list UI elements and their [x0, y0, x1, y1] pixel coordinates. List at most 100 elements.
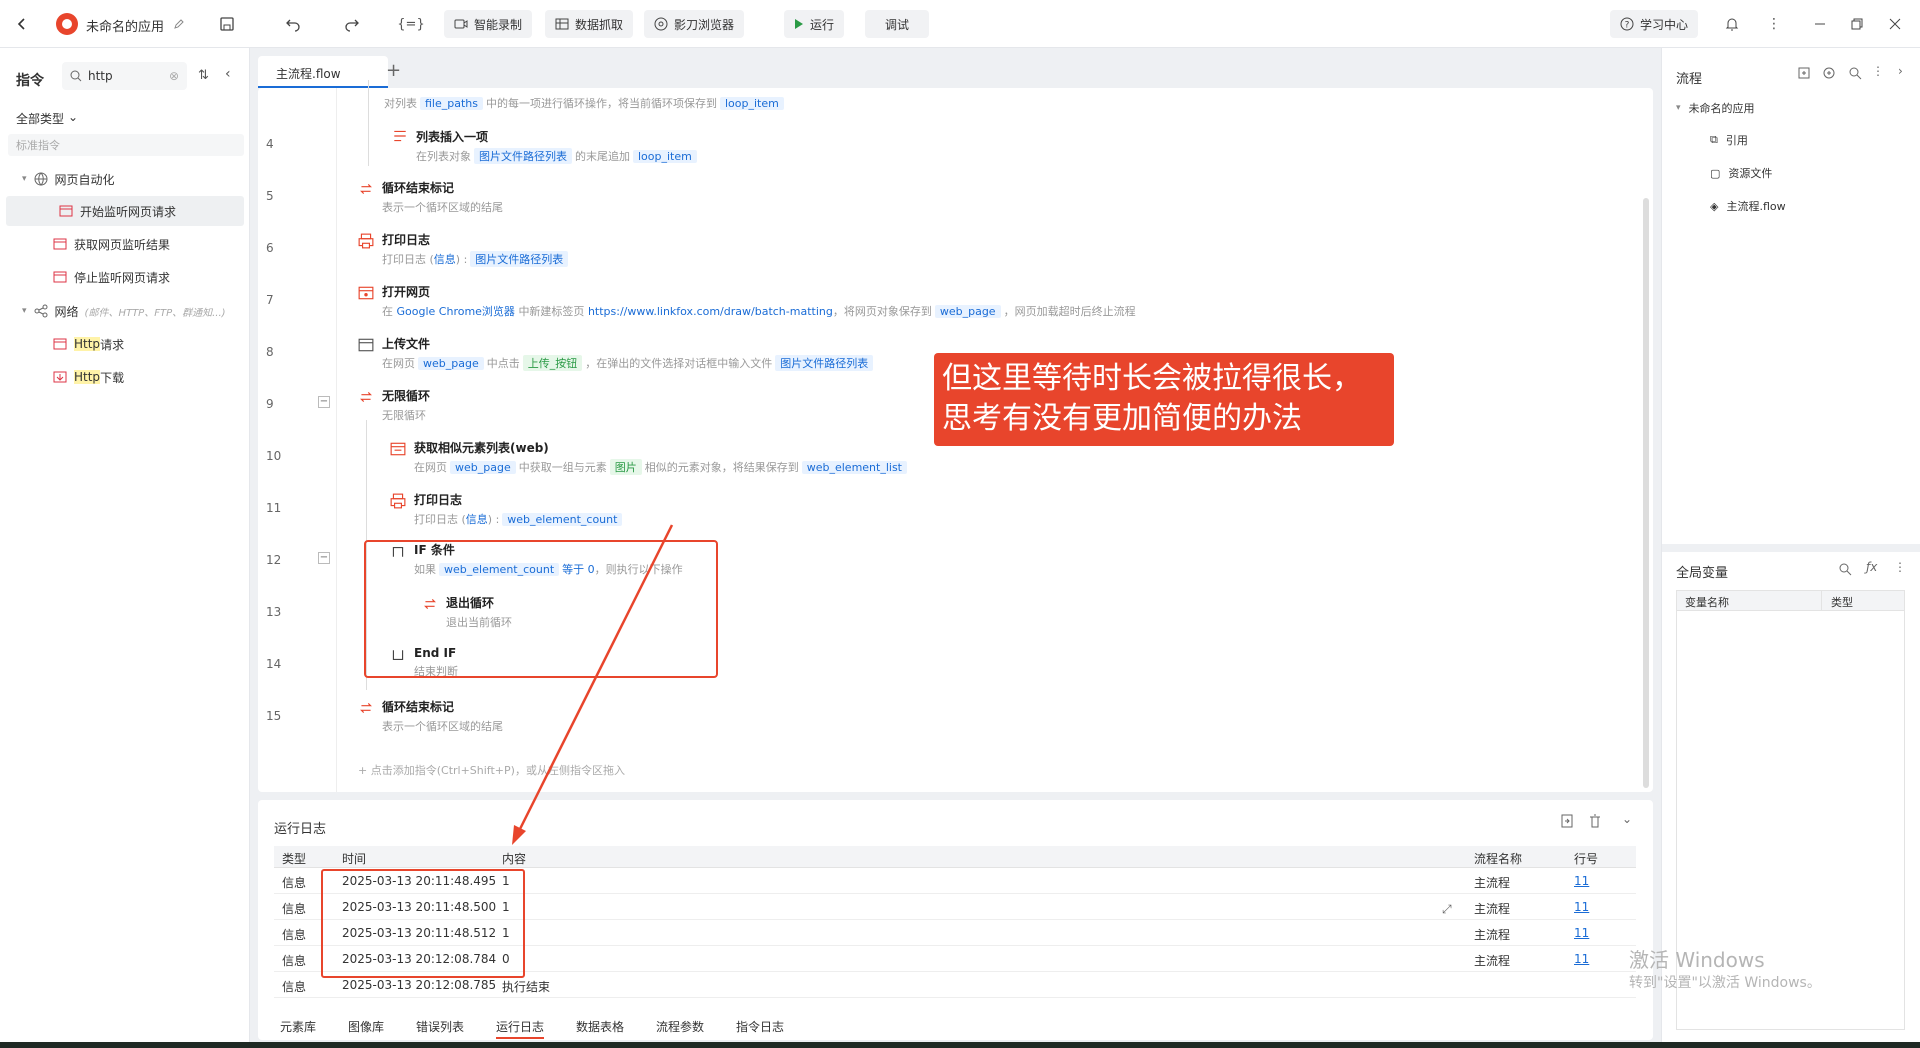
run-button[interactable]: 运行 — [784, 10, 845, 38]
var-tag[interactable]: web_page — [450, 461, 516, 474]
more-icon[interactable]: ⋮ — [1872, 64, 1884, 78]
bottom-tab[interactable]: 图像库 — [348, 1018, 384, 1035]
line-number: 12 — [266, 553, 282, 567]
var-tag[interactable]: loop_item — [720, 97, 784, 110]
tree-item-get-listen-result[interactable]: 获取网页监听结果 — [0, 229, 250, 259]
web-request-icon — [58, 203, 74, 219]
collapse-toggle[interactable]: − — [318, 552, 330, 564]
bottom-tab[interactable]: 流程参数 — [656, 1018, 704, 1035]
tree-group-label: 网页自动化 — [54, 172, 115, 187]
search-icon[interactable] — [1848, 66, 1862, 80]
web-request-icon — [52, 236, 68, 252]
log-cell-line[interactable]: 11 — [1574, 926, 1589, 940]
var-tag[interactable]: 图片文件路径列表 — [470, 251, 569, 267]
log-cell-flow: 主流程 — [1474, 876, 1511, 890]
printer-icon — [390, 493, 406, 509]
flow-tree-root[interactable]: ▾ 未命名的应用 — [1676, 100, 1755, 116]
collapse-log-icon[interactable]: ⌄ — [1622, 812, 1632, 826]
log-cell-line[interactable]: 11 — [1574, 874, 1589, 888]
var-tag[interactable]: file_paths — [420, 97, 483, 110]
flow-tree-item-references[interactable]: ⧉ 引用 — [1710, 132, 1748, 148]
var-tag[interactable]: 图片文件路径列表 — [775, 355, 874, 371]
editor-scrollbar[interactable] — [1643, 198, 1649, 788]
bottom-tab[interactable]: 数据表格 — [576, 1018, 624, 1035]
flow-step-print-log[interactable]: 打印日志 打印日志 (信息) : 图片文件路径列表 — [358, 231, 571, 267]
clear-icon[interactable]: ⊗ — [169, 69, 179, 83]
redo-icon[interactable] — [340, 12, 364, 36]
app-logo — [56, 13, 78, 35]
element-tag[interactable]: 图片 — [609, 459, 642, 475]
bottom-tab[interactable]: 错误列表 — [416, 1018, 464, 1035]
column-header: 流程名称 — [1474, 852, 1523, 866]
browser-window-icon — [358, 286, 374, 300]
var-tag[interactable]: loop_item — [633, 150, 697, 163]
help-center-button[interactable]: ? 学习中心 — [1610, 10, 1699, 38]
line-number: 5 — [266, 189, 274, 203]
add-flow-icon[interactable] — [1797, 66, 1811, 80]
data-capture-button[interactable]: 数据抓取 — [545, 10, 634, 38]
search-icon[interactable] — [1838, 562, 1852, 576]
tree-item-http-request[interactable]: Http 请求 — [0, 329, 250, 359]
instruction-search-input[interactable]: http ⊗ — [62, 62, 187, 90]
browser-button[interactable]: 影刀浏览器 — [644, 10, 745, 38]
more-icon[interactable]: ⋮ — [1894, 560, 1906, 574]
flow-step-infinite-loop[interactable]: 无限循环 无限循环 — [358, 387, 430, 423]
tree-item-start-listen[interactable]: 开始监听网页请求 — [6, 196, 244, 226]
expand-icon[interactable]: ⤢ — [1442, 902, 1452, 917]
flow-step-upload-file[interactable]: 上传文件 在网页 web_page 中点击 上传_按钮 ，在弹出的文件选择对话框中输入文… — [358, 335, 876, 371]
code-braces-icon[interactable]: {=} — [397, 12, 424, 36]
sort-icon[interactable]: ⇅ — [198, 68, 209, 83]
minimize-icon[interactable] — [1808, 12, 1832, 36]
edit-name-icon[interactable] — [167, 12, 191, 36]
add-tab-icon[interactable]: + — [386, 60, 401, 81]
flow-step-loop-end-2[interactable]: 循环结束标记 表示一个循环区域的结尾 — [358, 698, 503, 734]
flow-tree-root-label: 未命名的应用 — [1688, 102, 1755, 115]
undo-icon[interactable] — [281, 12, 305, 36]
restore-icon[interactable] — [1845, 12, 1869, 36]
flow-step-list-insert[interactable]: 列表插入一项 在列表对象 图片文件路径列表 的末尾追加 loop_item — [392, 128, 700, 164]
bottom-tab[interactable]: 运行日志 — [496, 1018, 545, 1039]
tree-group-web-automation[interactable]: ▾ 网页自动化 — [0, 164, 250, 194]
collapse-panel-icon[interactable]: ‹ — [225, 66, 231, 82]
tree-item-http-download[interactable]: Http 下载 — [0, 362, 250, 392]
function-icon[interactable]: ƒx — [1866, 560, 1877, 574]
bell-icon[interactable] — [1720, 12, 1744, 36]
debug-button[interactable]: 调试 — [865, 10, 930, 38]
var-tag[interactable]: web_element_list — [801, 461, 907, 474]
var-tag[interactable]: web_page — [934, 305, 1001, 318]
app-name[interactable]: 未命名的应用 — [86, 16, 164, 35]
export-icon[interactable] — [1560, 814, 1574, 828]
collapse-right-icon[interactable]: › — [1898, 64, 1903, 78]
bottom-tab[interactable]: 元素库 — [280, 1018, 316, 1035]
more-icon[interactable]: ⋮ — [1762, 12, 1786, 36]
var-tag[interactable]: web_element_count — [502, 513, 623, 526]
log-cell-line[interactable]: 11 — [1574, 952, 1589, 966]
save-icon[interactable] — [215, 12, 239, 36]
collapse-toggle[interactable]: − — [318, 396, 330, 408]
trash-icon[interactable] — [1588, 814, 1602, 828]
bottom-tab[interactable]: 指令日志 — [736, 1018, 784, 1035]
standard-instructions-filter[interactable]: 标准指令 — [8, 134, 244, 156]
var-tag[interactable]: 图片文件路径列表 — [474, 148, 572, 164]
log-cell-flow: 主流程 — [1474, 954, 1511, 968]
type-filter-dropdown[interactable]: 全部类型 ⌄ — [16, 110, 78, 127]
flow-step-loop-end[interactable]: 循环结束标记 表示一个循环区域的结尾 — [358, 179, 503, 215]
add-instruction-hint[interactable]: + 点击添加指令(Ctrl+Shift+P)，或从左侧指令区拖入 — [358, 762, 625, 778]
tree-item-label: 停止监听网页请求 — [74, 270, 171, 285]
tree-group-network[interactable]: ▾ 网络 (邮件、HTTP、FTP、群通知...) — [0, 296, 250, 326]
flow-step-get-similar-elements[interactable]: 获取相似元素列表(web) 在网页 web_page 中获取一组与元素 图片 相似的元素… — [390, 439, 910, 475]
tree-item-stop-listen[interactable]: 停止监听网页请求 — [0, 262, 250, 292]
flow-step-open-page[interactable]: 打开网页 在 Google Chrome浏览器 中新建标签页 https://w… — [358, 283, 1136, 319]
chevron-down-icon: ⌄ — [68, 110, 79, 124]
flow-tree-item-resources[interactable]: ▢ 资源文件 — [1710, 165, 1772, 181]
add-module-icon[interactable] — [1822, 66, 1836, 80]
back-icon[interactable] — [10, 12, 34, 36]
var-tag[interactable]: web_page — [418, 357, 484, 370]
log-cell-line[interactable]: 11 — [1574, 900, 1589, 914]
flow-tree-item-main-flow[interactable]: ◈ 主流程.flow — [1710, 198, 1786, 214]
caret-down-icon: ▾ — [22, 174, 27, 184]
element-tag[interactable]: 上传_按钮 — [522, 355, 583, 371]
smart-record-button[interactable]: 智能录制 — [444, 10, 533, 38]
flow-step-print-log-2[interactable]: 打印日志 打印日志 (信息) : web_element_count — [390, 491, 625, 527]
close-icon[interactable] — [1883, 12, 1907, 36]
